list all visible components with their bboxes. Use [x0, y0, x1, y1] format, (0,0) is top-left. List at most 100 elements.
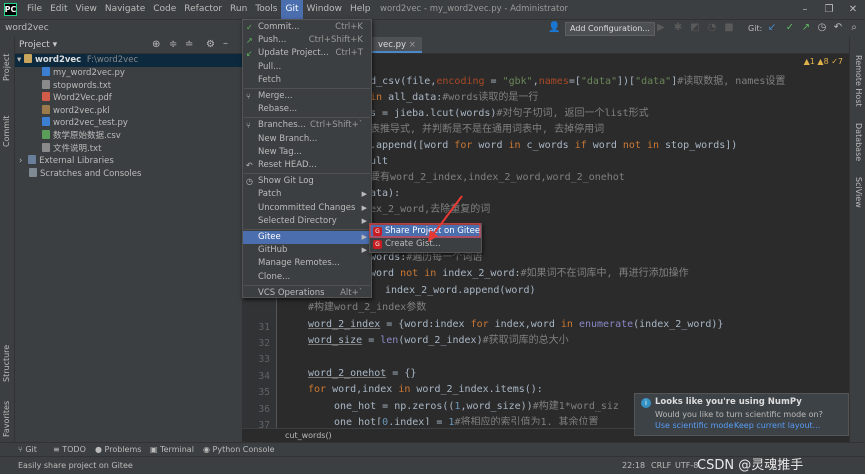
minimize-icon[interactable]: –: [793, 0, 817, 19]
gear-icon[interactable]: ⚙: [206, 39, 215, 50]
history-icon[interactable]: ◷: [816, 22, 828, 34]
breadcrumb[interactable]: word2vec: [5, 20, 49, 37]
file-name: Word2Vec.pdf: [53, 93, 112, 104]
share-project-on-gitee[interactable]: G Share Project on Gitee: [370, 225, 481, 238]
locate-icon[interactable]: ⊕: [152, 39, 160, 50]
git-menu-item[interactable]: Manage Remotes...: [243, 257, 371, 270]
menu-tools[interactable]: Tools: [251, 0, 281, 19]
git-menu-item-label: Commit...: [258, 22, 300, 32]
git-menu-item[interactable]: ↙ Update Project... Ctrl+T: [243, 47, 371, 60]
file-encoding[interactable]: UTF-8: [675, 457, 698, 474]
project-view-selector[interactable]: Project ▾: [19, 37, 57, 53]
todo-tool-tab[interactable]: ≡ TODO: [53, 443, 86, 457]
collapse-all-icon[interactable]: ≐: [185, 39, 193, 50]
git-menu-item[interactable]: Pull...: [243, 61, 371, 74]
git-menu-item[interactable]: Selected Directory ▶: [243, 215, 371, 228]
menu-navigate[interactable]: Navigate: [101, 0, 149, 19]
file-item[interactable]: word2vec.pkl: [15, 104, 110, 118]
line-separator[interactable]: CRLF: [651, 457, 671, 474]
git-menu-item[interactable]: Fetch: [243, 74, 371, 87]
git-tool-tab[interactable]: ⑂ Git: [18, 443, 37, 457]
remote-host-tab[interactable]: Remote Host: [854, 55, 863, 107]
git-menu-item[interactable]: ⑂ Merge...: [243, 90, 371, 103]
tree-root[interactable]: ▾ word2vec F:\word2vec: [15, 54, 242, 67]
menu-refactor[interactable]: Refactor: [180, 0, 226, 19]
menu-edit[interactable]: Edit: [46, 0, 71, 19]
git-label: Git:: [748, 24, 763, 33]
code-line: index_2_word.append(word): [385, 285, 536, 296]
maximize-icon[interactable]: ❐: [817, 0, 841, 19]
menu-run[interactable]: Run: [226, 0, 251, 19]
database-tab[interactable]: Database: [854, 123, 863, 161]
close-icon[interactable]: ✕: [841, 0, 865, 19]
git-menu-item[interactable]: Gitee ▶: [243, 231, 371, 244]
git-menu-item[interactable]: VCS Operations Alt+`: [243, 287, 371, 300]
menu-file[interactable]: File: [23, 0, 46, 19]
profile-icon[interactable]: ◔: [706, 22, 718, 34]
structure-tool-tab[interactable]: Structure: [2, 345, 11, 382]
user-icon[interactable]: 👤: [548, 22, 560, 34]
expand-all-icon[interactable]: ≑: [169, 39, 177, 50]
debug-icon[interactable]: ✱: [672, 22, 684, 34]
git-menu-item[interactable]: Uncommitted Changes ▶: [243, 202, 371, 215]
git-menu-item[interactable]: Patch ▶: [243, 188, 371, 201]
file-item[interactable]: 数学原始数据.csv: [15, 130, 121, 143]
git-menu-item[interactable]: ◷ Show Git Log: [243, 175, 371, 188]
run-icon[interactable]: ▶: [655, 22, 667, 34]
file-item[interactable]: my_word2vec.py: [15, 67, 125, 80]
root-name: word2vec: [34, 55, 82, 65]
external-libraries[interactable]: › External Libraries: [15, 155, 114, 168]
menu-code[interactable]: Code: [149, 0, 180, 19]
file-item[interactable]: stopwords.txt: [15, 79, 111, 93]
git-menu-item-label: Manage Remotes...: [258, 258, 340, 269]
git-menu-item[interactable]: Rebase...: [243, 103, 371, 116]
terminal-tool-tab[interactable]: ▣ Terminal: [150, 443, 194, 457]
project-tool-tab[interactable]: Project: [2, 54, 11, 81]
git-menu-item[interactable]: ⑂ Branches... Ctrl+Shift+`: [243, 119, 371, 132]
add-configuration-button[interactable]: Add Configuration...: [565, 22, 655, 36]
git-menu-item[interactable]: ✓ Commit... Ctrl+K: [243, 21, 371, 34]
problems-tool-tab[interactable]: ● Problems: [95, 443, 141, 457]
push-icon[interactable]: ↗: [800, 22, 812, 34]
python-console-label: Python Console: [212, 445, 275, 454]
git-menu-item[interactable]: ↶ Reset HEAD...: [243, 159, 371, 172]
coverage-icon[interactable]: ◩: [689, 22, 701, 34]
commit-tool-tab[interactable]: Commit: [2, 116, 11, 147]
git-menu-item[interactable]: ↗ Push... Ctrl+Shift+K: [243, 34, 371, 47]
favorites-tool-tab[interactable]: Favorites: [2, 401, 11, 437]
file-item[interactable]: Word2Vec.pdf: [15, 92, 112, 105]
file-item[interactable]: 文件说明.txt: [15, 142, 101, 156]
sciview-tab[interactable]: SciView: [854, 177, 863, 208]
menu-window[interactable]: Window: [303, 0, 347, 19]
stop-icon[interactable]: ■: [723, 22, 735, 34]
close-tab-icon[interactable]: ×: [409, 40, 416, 50]
git-menu-item[interactable]: New Tag...: [243, 146, 371, 159]
use-scientific-mode-link[interactable]: Use scientific mode: [655, 421, 733, 430]
code-line: word_2_index = {word:index for index,wor…: [308, 319, 724, 330]
git-menu-item-label: Clone...: [258, 271, 291, 282]
git-menu-item[interactable]: New Branch...: [243, 133, 371, 146]
rollback-icon[interactable]: ↶: [832, 22, 844, 34]
inspection-widget[interactable]: ▲1 ▲8 ✓7: [804, 57, 843, 66]
menu-help[interactable]: Help: [346, 0, 375, 19]
menu-view[interactable]: View: [72, 0, 101, 19]
gitee-icon: G: [373, 227, 382, 236]
file-item[interactable]: word2vec_test.py: [15, 117, 128, 130]
line-number: 34: [258, 371, 270, 382]
code-line: for word,index in word_2_index.items():: [308, 384, 543, 395]
menu-git[interactable]: Git: [281, 0, 303, 19]
git-menu-item[interactable]: Clone...: [243, 271, 371, 284]
hide-icon[interactable]: –: [223, 38, 228, 49]
caret-position[interactable]: 22:18: [622, 457, 645, 474]
keep-current-layout-link[interactable]: Keep current layout...: [734, 421, 820, 430]
scratches-and-consoles[interactable]: Scratches and Consoles: [15, 168, 141, 181]
python-console-tool-tab[interactable]: ◉ Python Console: [203, 443, 275, 457]
function-crumb[interactable]: cut_words(): [285, 429, 332, 442]
update-project-icon[interactable]: ↙: [766, 22, 778, 34]
shortcut-hint: Ctrl+T: [335, 48, 363, 59]
search-icon[interactable]: ⌕: [848, 22, 860, 34]
commit-icon[interactable]: ✓: [784, 22, 796, 34]
git-menu-item[interactable]: GitHub ▶: [243, 244, 371, 257]
create-gist[interactable]: G Create Gist...: [370, 238, 481, 251]
editor-tab-active[interactable]: vec.py ×: [372, 37, 422, 53]
